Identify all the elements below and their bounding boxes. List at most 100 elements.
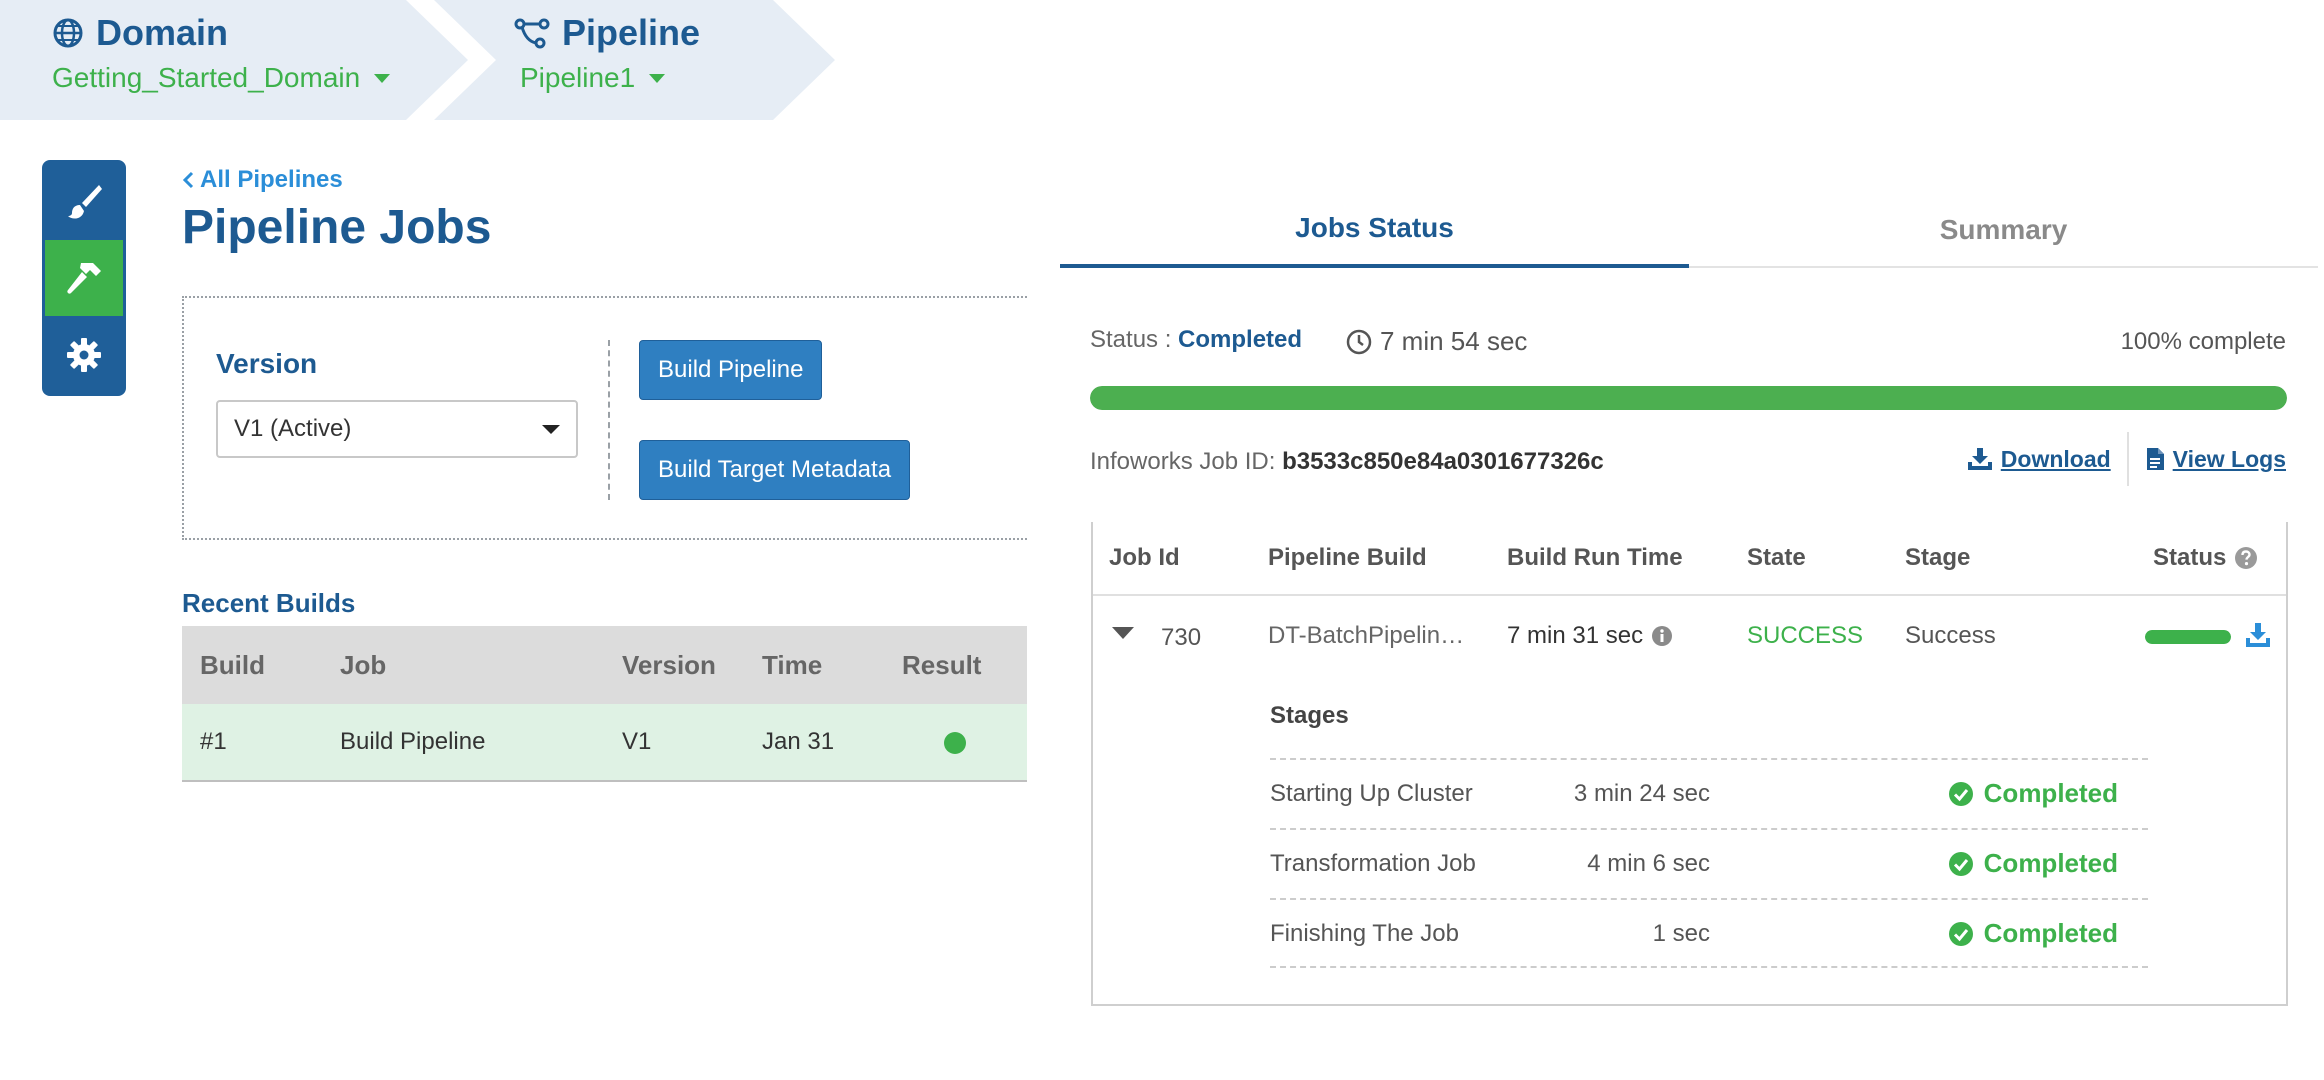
- build-version: V1: [622, 728, 652, 755]
- breadcrumb-domain: Domain Getting_Started_Domain: [0, 0, 420, 120]
- globe-icon: [53, 18, 83, 48]
- download-label: Download: [2000, 445, 2111, 472]
- caret-down-icon[interactable]: [1111, 626, 1135, 640]
- list-item: Transformation Job 4 min 6 sec Completed: [1270, 828, 2148, 898]
- build-pipeline-button[interactable]: Build Pipeline: [639, 340, 823, 400]
- breadcrumb-pipeline: Pipeline Pipeline1: [500, 0, 800, 120]
- download-link[interactable]: Download: [1967, 446, 2111, 473]
- stage-status-label: Completed: [1983, 918, 2118, 948]
- view-logs-label: View Logs: [2172, 445, 2286, 472]
- help-icon[interactable]: [2234, 546, 2258, 570]
- stage-time: 4 min 6 sec: [1587, 850, 1710, 877]
- recent-builds-header: Build Job Version Time Result: [182, 626, 1027, 704]
- stage-name: Transformation Job: [1270, 850, 1476, 877]
- status-label: Status :: [1090, 326, 1172, 353]
- check-circle-icon: [1948, 921, 1973, 946]
- stages-panel: Stages Starting Up Cluster 3 min 24 sec …: [1270, 702, 2148, 968]
- sidebar-item-build[interactable]: [45, 240, 123, 316]
- stages-title: Stages: [1270, 702, 1349, 729]
- col-state: State: [1747, 544, 1806, 571]
- job-status-bar: [2145, 630, 2231, 644]
- hammer-icon: [67, 263, 101, 294]
- duration-value: 7 min 54 sec: [1380, 326, 1528, 356]
- pipeline-title-label: Pipeline: [562, 12, 701, 53]
- domain-title: Domain: [52, 12, 228, 54]
- version-label: Version: [216, 348, 318, 379]
- tab-summary[interactable]: Summary: [1689, 192, 2318, 268]
- domain-value: Getting_Started_Domain: [52, 62, 361, 93]
- all-pipelines-label: All Pipelines: [200, 166, 343, 193]
- jobs-table-header: Job Id Pipeline Build Build Run Time Sta…: [1093, 522, 2286, 596]
- jobs-table: Job Id Pipeline Build Build Run Time Sta…: [1091, 522, 2288, 1006]
- info-icon[interactable]: [1651, 625, 1673, 647]
- chevron-down-icon: [542, 424, 560, 434]
- domain-selector[interactable]: Getting_Started_Domain: [52, 62, 391, 94]
- job-duration: 7 min 54 sec: [1346, 326, 1527, 357]
- job-progress-fill: [1090, 386, 2287, 410]
- percent-complete: 100% complete: [2120, 328, 2286, 355]
- view-logs-link[interactable]: View Logs: [2145, 446, 2286, 473]
- list-item: Starting Up Cluster 3 min 24 sec Complet…: [1270, 758, 2148, 828]
- stage-status: Completed: [1948, 848, 2118, 879]
- success-status-dot: [944, 732, 966, 754]
- table-row[interactable]: 730 DT-BatchPipelin… 7 min 31 sec SUCCES…: [1093, 598, 2286, 676]
- stage-name: Finishing The Job: [1270, 920, 1459, 947]
- stage-status: Completed: [1948, 918, 2118, 949]
- tab-jobs-status[interactable]: Jobs Status: [1060, 192, 1689, 268]
- table-row[interactable]: #1 Build Pipeline V1 Jan 31: [182, 704, 1027, 782]
- version-selected-value: V1 (Active): [234, 415, 352, 442]
- chevron-left-icon: [182, 171, 194, 189]
- job-id: 730: [1161, 624, 1202, 651]
- col-result: Result: [902, 649, 982, 680]
- chevron-down-icon: [649, 73, 666, 83]
- job-stage: Success: [1905, 622, 1996, 649]
- stage-status-label: Completed: [1983, 848, 2118, 878]
- pipeline-value: Pipeline1: [520, 62, 636, 93]
- col-job-id: Job Id: [1109, 544, 1180, 571]
- stage-time: 3 min 24 sec: [1573, 780, 1710, 807]
- build-target-metadata-button[interactable]: Build Target Metadata: [639, 440, 911, 500]
- job-id-label: Infoworks Job ID:: [1090, 448, 1276, 475]
- clock-icon: [1346, 329, 1372, 354]
- stage-name: Starting Up Cluster: [1270, 780, 1473, 807]
- pipeline-selector[interactable]: Pipeline1: [520, 62, 666, 94]
- version-select[interactable]: V1 (Active): [216, 400, 578, 458]
- recent-builds-title: Recent Builds: [182, 588, 356, 618]
- col-stage: Stage: [1905, 544, 1971, 571]
- job-actions: Download View Logs: [1967, 432, 2286, 486]
- links-divider: [2126, 432, 2129, 486]
- pipeline-title: Pipeline: [514, 12, 700, 54]
- version-panel: Version V1 (Active) Build Pipeline Build…: [182, 296, 1027, 540]
- download-icon: [1967, 448, 1992, 470]
- status-value: Completed: [1178, 326, 1303, 353]
- version-divider: [608, 340, 610, 500]
- build-job: Build Pipeline: [340, 728, 486, 755]
- breadcrumb: Domain Getting_Started_Domain Pipeline P…: [0, 0, 2324, 120]
- paintbrush-icon: [68, 185, 102, 219]
- col-version: Version: [622, 649, 716, 680]
- chevron-down-icon: [374, 73, 391, 83]
- build-run-time: 7 min 31 sec: [1507, 622, 1673, 650]
- build-time: Jan 31: [762, 728, 835, 755]
- job-progress-bar: [1090, 386, 2287, 410]
- domain-title-label: Domain: [96, 12, 229, 53]
- col-job: Job: [340, 649, 387, 680]
- all-pipelines-link[interactable]: All Pipelines: [182, 166, 343, 194]
- list-item: Finishing The Job 1 sec Completed: [1270, 898, 2148, 968]
- col-status-label: Status: [2153, 544, 2227, 571]
- check-circle-icon: [1948, 851, 1973, 876]
- check-circle-icon: [1948, 781, 1973, 806]
- stage-status: Completed: [1948, 778, 2118, 809]
- job-id-line: Infoworks Job ID: b3533c850e84a030167732…: [1090, 448, 1604, 476]
- recent-builds-table: Build Job Version Time Result #1 Build P…: [182, 626, 1027, 782]
- pipeline-build: DT-BatchPipelin…: [1268, 622, 1465, 649]
- gear-icon: [67, 338, 101, 372]
- sidebar-item-design[interactable]: [45, 163, 123, 239]
- tool-rail: [42, 160, 126, 396]
- build-number: #1: [200, 728, 227, 755]
- file-icon: [2146, 448, 2164, 470]
- pipeline-icon: [514, 18, 550, 49]
- download-icon[interactable]: [2245, 622, 2271, 648]
- col-build: Build: [200, 649, 265, 680]
- sidebar-item-settings[interactable]: [45, 317, 123, 393]
